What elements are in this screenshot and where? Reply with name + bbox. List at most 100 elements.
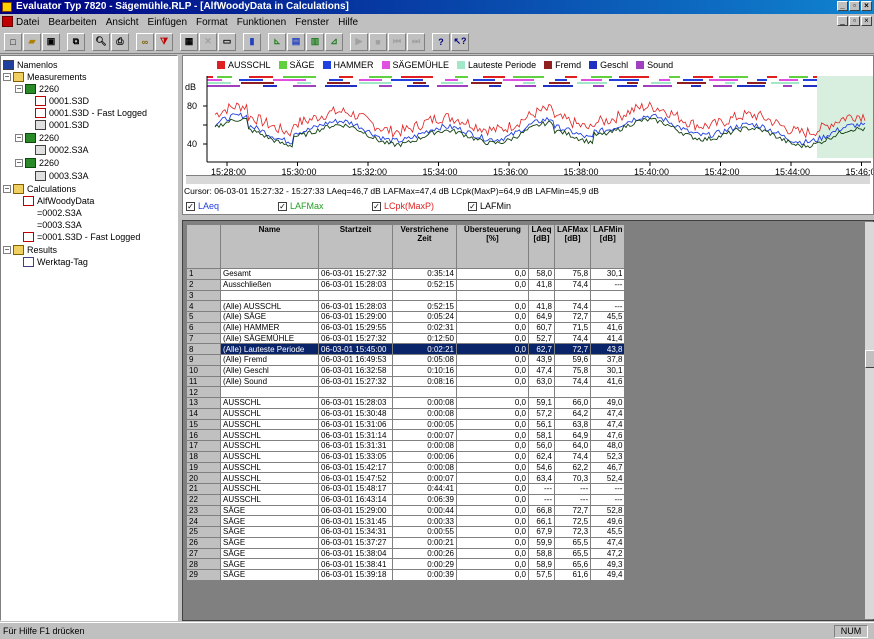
table-cell[interactable]: 0,0 <box>456 300 529 312</box>
row-number[interactable]: 16 <box>186 429 221 441</box>
row-number[interactable]: 15 <box>186 418 221 431</box>
table-cell[interactable]: 06-03-01 16:49:53 <box>318 354 393 366</box>
table-cell[interactable]: 06-03-01 15:39:18 <box>318 569 393 581</box>
table-cell[interactable]: (Alle) Lauteste Periode <box>220 343 319 355</box>
table-cell[interactable]: 0:00:08 <box>392 397 457 409</box>
table-cell[interactable]: 0:00:26 <box>392 547 457 560</box>
tree-c4[interactable]: =0001.S3D - Fast Logged <box>23 231 140 242</box>
table-cell[interactable]: 41,4 <box>590 332 626 345</box>
table-cell[interactable]: 06-03-01 15:31:31 <box>318 440 393 452</box>
table-cell[interactable]: 0:00:44 <box>392 504 457 517</box>
collapse-icon[interactable]: − <box>15 133 23 142</box>
table-cell[interactable]: 75,8 <box>553 268 592 280</box>
table-cell[interactable]: 06-03-01 16:32:58 <box>318 364 393 377</box>
table-cell[interactable]: 0:00:08 <box>392 461 457 474</box>
table-cell[interactable]: 0,0 <box>456 321 529 334</box>
table-cell[interactable]: (Alle) SÄGE <box>220 311 319 323</box>
collapse-icon[interactable]: − <box>3 245 11 254</box>
table-row[interactable]: 26 SÄGE 06-03-01 15:37:27 0:00:21 0,0 59,9 65,… <box>186 536 626 549</box>
table-cell[interactable]: 30,1 <box>590 364 626 377</box>
skip-forward-icon[interactable]: ⏭ <box>407 32 425 51</box>
table-row[interactable]: 5 (Alle) SÄGE 06-03-01 15:29:00 0:05:24 0,0 6… <box>186 311 626 323</box>
table-cell[interactable]: 75,8 <box>553 364 592 377</box>
table-row[interactable]: 15 AUSSCHL 06-03-01 15:31:06 0:00:05 0,0 56,1… <box>186 418 626 431</box>
bar-chart-icon[interactable]: ▥ <box>306 32 324 51</box>
tree-m1[interactable]: −2260 <box>15 83 59 94</box>
table-cell[interactable]: 65,6 <box>553 558 592 570</box>
row-number[interactable]: 9 <box>186 354 221 366</box>
table-cell[interactable]: 06-03-01 15:34:31 <box>318 526 393 538</box>
table-cell[interactable] <box>318 386 393 398</box>
table-cell[interactable]: 54,6 <box>528 461 555 474</box>
table-cell[interactable]: 0,0 <box>456 526 529 538</box>
table-cell[interactable]: 0,0 <box>456 418 529 431</box>
table-cell[interactable]: (Alle) Geschl <box>220 364 319 377</box>
table-cell[interactable]: 30,1 <box>590 268 626 280</box>
table-cell[interactable]: 74,4 <box>553 375 592 388</box>
row-number[interactable]: 20 <box>186 472 221 484</box>
table-cell[interactable]: --- <box>553 483 592 495</box>
marker-icon[interactable]: ▮ <box>243 32 261 51</box>
table-cell[interactable]: --- <box>553 493 592 506</box>
table-cell[interactable]: 0:08:16 <box>392 375 457 388</box>
table-cell[interactable]: 48,0 <box>590 440 626 452</box>
table-cell[interactable]: (Alle) HAMMER <box>220 321 319 334</box>
table-cell[interactable]: 06-03-01 15:31:06 <box>318 418 393 431</box>
table-row[interactable]: 8 (Alle) Lauteste Periode 06-03-01 15:45:0… <box>186 343 626 355</box>
tree-c3[interactable]: =0003.S3A <box>23 219 82 230</box>
table-cell[interactable]: 46,7 <box>590 461 626 474</box>
row-number[interactable]: 22 <box>186 493 221 506</box>
table-cell[interactable]: --- <box>590 300 626 312</box>
table-cell[interactable]: 0,0 <box>456 332 529 345</box>
help-icon[interactable]: ? <box>432 32 450 51</box>
table-cell[interactable]: 41,8 <box>528 300 555 312</box>
table-cell[interactable]: 70,3 <box>553 472 592 484</box>
skip-back-icon[interactable]: ⏮ <box>388 32 406 51</box>
table-cell[interactable]: 47,4 <box>590 536 626 549</box>
collapse-icon[interactable]: − <box>15 84 23 93</box>
table-cell[interactable]: AUSSCHL <box>220 407 319 420</box>
check-lafmax[interactable]: ✓ LAFMax <box>278 201 324 211</box>
table-cell[interactable]: 74,4 <box>553 450 592 463</box>
table-cell[interactable]: 0,0 <box>456 515 529 527</box>
tree-c1[interactable]: AlfWoodyData <box>23 195 94 206</box>
table-cell[interactable]: 0:05:08 <box>392 354 457 366</box>
table-cell[interactable]: 0,0 <box>456 364 529 377</box>
table-row[interactable]: 6 (Alle) HAMMER 06-03-01 15:29:55 0:02:31 0,… <box>186 321 626 334</box>
table-cell[interactable]: --- <box>590 493 626 506</box>
table-cell[interactable] <box>392 386 457 398</box>
menu-bearbeiten[interactable]: Bearbeiten <box>48 17 96 28</box>
table-cell[interactable]: (Alle) Fremd <box>220 354 319 366</box>
col-uebersteuerung[interactable]: Übersteuerung [%] <box>456 224 529 269</box>
minimize-button[interactable]: _ <box>837 1 848 11</box>
table-cell[interactable]: 43,8 <box>590 343 626 355</box>
profile-chart-icon[interactable]: ⊿ <box>325 32 343 51</box>
collapse-icon[interactable]: − <box>3 72 11 81</box>
table-cell[interactable]: 0:00:33 <box>392 515 457 527</box>
table-cell[interactable]: 64,9 <box>528 311 555 323</box>
table-cell[interactable]: 41,6 <box>590 321 626 334</box>
menu-funktionen[interactable]: Funktionen <box>237 17 286 28</box>
row-number[interactable]: 25 <box>186 526 221 538</box>
filter-icon[interactable]: ⧩ <box>155 32 173 51</box>
table-cell[interactable]: 0:00:06 <box>392 450 457 463</box>
checkbox-icon[interactable]: ✓ <box>186 201 195 211</box>
table-cell[interactable]: 52,3 <box>590 450 626 463</box>
table-cell[interactable]: 63,0 <box>528 375 555 388</box>
table-cell[interactable]: 67,9 <box>528 526 555 538</box>
table-row[interactable]: 7 (Alle) SÄGEMÜHLE 06-03-01 15:27:32 0:12:5… <box>186 332 626 345</box>
table-cell[interactable]: 06-03-01 15:38:04 <box>318 547 393 560</box>
table-cell[interactable] <box>318 289 393 302</box>
row-number[interactable]: 2 <box>186 278 221 291</box>
tree-calculations[interactable]: − Calculations <box>3 183 76 194</box>
table-row[interactable]: 12 <box>186 386 626 398</box>
table-cell[interactable]: 06-03-01 15:29:55 <box>318 321 393 334</box>
row-number[interactable]: 24 <box>186 515 221 527</box>
doc-restore-button[interactable]: ▫ <box>849 16 860 26</box>
table-cell[interactable]: 65,5 <box>553 547 592 560</box>
table-row[interactable]: 25 SÄGE 06-03-01 15:34:31 0:00:55 0,0 67,9 72,… <box>186 526 626 538</box>
table-cell[interactable]: SÄGE <box>220 558 319 570</box>
menu-einfuegen[interactable]: Einfügen <box>148 17 187 28</box>
table-cell[interactable]: SÄGE <box>220 504 319 517</box>
table-cell[interactable]: 0:00:21 <box>392 536 457 549</box>
